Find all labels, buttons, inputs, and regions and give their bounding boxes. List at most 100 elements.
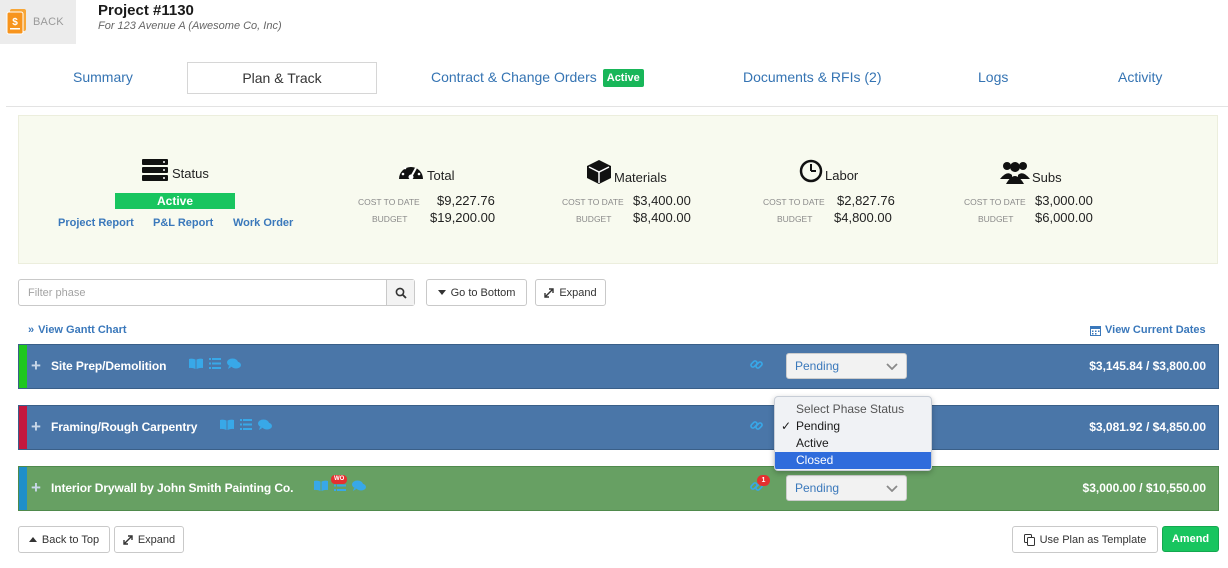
subs-budget-label: BUDGET [978,214,1014,224]
book-icon[interactable] [314,480,328,491]
tab-contract-change-orders[interactable]: Contract & Change Orders Active [431,62,644,94]
expand-button[interactable]: Expand [535,279,606,306]
phase-amount: $3,000.00 / $10,550.00 [1082,481,1206,495]
use-plan-label: Use Plan as Template [1039,533,1147,546]
phase-name[interactable]: Interior Drywall by John Smith Painting … [51,481,294,495]
expand-arrows-icon [544,287,555,298]
tab-plan-track[interactable]: Plan & Track [187,62,377,94]
tab-documents-rfis[interactable]: Documents & RFIs (2) [743,62,881,94]
users-icon [1000,162,1030,184]
phase-status-value: Pending [795,359,840,373]
double-chevron-right-icon: » [28,324,35,336]
server-icon [142,159,168,181]
status-header: Status [142,159,209,181]
search-icon [395,287,407,299]
phase-amount: $3,145.84 / $3,800.00 [1089,359,1206,373]
cube-icon [587,160,611,184]
expand-bottom-label: Expand [137,533,176,546]
book-icon[interactable] [189,358,203,369]
tab-active-badge: Active [602,69,644,87]
expand-button-bottom[interactable]: Expand [114,526,184,553]
phase-status-value: Pending [795,481,840,495]
back-to-top-label: Back to Top [41,533,100,546]
dollar-document-icon: $ [6,9,26,35]
svg-text:$: $ [12,17,18,28]
phase-action-icons [220,419,272,430]
list-icon[interactable] [209,358,221,369]
status-badge: Active [115,193,235,209]
labor-cost-to-date-label: COST TO DATE [763,197,825,207]
use-plan-as-template-button[interactable]: Use Plan as Template [1012,526,1158,553]
total-cost-to-date-value: $9,227.76 [437,193,495,208]
phase-row[interactable]: + Site Prep/Demolition Pending $3,145.84… [18,344,1219,389]
book-icon[interactable] [220,419,234,430]
tab-logs[interactable]: Logs [978,62,1008,94]
tab-contract-label: Contract & Change Orders [431,69,597,85]
back-button[interactable]: $ BACK [0,0,76,44]
total-budget-value: $19,200.00 [430,210,496,225]
phase-color-bar [19,406,27,449]
comments-icon[interactable] [227,358,241,369]
subs-cost-to-date-value: $3,000.00 [1035,193,1093,208]
tab-activity[interactable]: Activity [1118,62,1162,94]
view-gantt-chart-link[interactable]: » View Gantt Chart [28,324,127,336]
phase-status-select[interactable]: Pending [786,475,907,501]
total-cost-to-date-label: COST TO DATE [358,197,420,207]
dropdown-option-pending[interactable]: ✓ Pending [775,418,931,435]
labor-budget-value: $4,800.00 [834,210,892,225]
subs-header: Subs [1000,159,1062,185]
chevron-down-icon [886,363,898,370]
phase-row[interactable]: + Framing/Rough Carpentry $3,081.92 / $4… [18,405,1219,450]
search-button[interactable] [386,280,414,305]
option-label: Pending [796,419,841,433]
phase-status-select[interactable]: Pending [786,353,907,379]
status-label: Status [172,166,209,181]
project-subtitle: For 123 Avenue A (Awesome Co, Inc) [98,20,282,32]
filter-phase-field [18,279,415,306]
phase-name[interactable]: Framing/Rough Carpentry [51,420,197,434]
subs-label: Subs [1032,170,1062,185]
materials-label: Materials [614,170,667,185]
materials-budget-label: BUDGET [576,214,612,224]
labor-cost-to-date-value: $2,827.76 [837,193,895,208]
comments-icon[interactable] [258,419,272,430]
tab-divider [6,106,1228,107]
view-current-dates-link[interactable]: View Current Dates [1090,324,1206,336]
dropdown-option-closed[interactable]: Closed [775,452,931,469]
amend-button[interactable]: Amend [1162,526,1219,552]
project-report-link[interactable]: Project Report [58,217,134,229]
go-to-bottom-label: Go to Bottom [450,286,516,299]
work-order-link[interactable]: Work Order [233,217,293,229]
work-order-badge: WO [331,475,348,484]
calendar-icon [1090,325,1101,336]
link-icon[interactable] [750,419,763,432]
phase-color-bar [19,345,27,388]
dropdown-option-active[interactable]: Active [775,435,931,452]
go-to-bottom-button[interactable]: Go to Bottom [426,279,527,306]
chevron-down-icon [886,485,898,492]
link-icon[interactable] [750,358,763,371]
total-budget-label: BUDGET [372,214,408,224]
labor-label: Labor [825,168,859,183]
comments-icon[interactable] [352,480,366,491]
dashboard-icon [399,163,423,180]
materials-cost-to-date-value: $3,400.00 [633,193,691,208]
tab-bar: Summary Plan & Track Contract & Change O… [0,56,1228,100]
phase-name[interactable]: Site Prep/Demolition [51,359,166,373]
back-to-top-button[interactable]: Back to Top [18,526,110,553]
phase-row[interactable]: + Interior Drywall by John Smith Paintin… [18,466,1219,511]
view-current-dates-label: View Current Dates [1105,324,1206,336]
list-icon[interactable] [240,419,252,430]
copy-icon [1023,533,1035,546]
expand-phase-plus-icon[interactable]: + [31,418,41,435]
expand-phase-plus-icon[interactable]: + [31,479,41,496]
materials-header: Materials [586,159,667,185]
tab-summary[interactable]: Summary [73,62,133,94]
expand-phase-plus-icon[interactable]: + [31,357,41,374]
pl-report-link[interactable]: P&L Report [153,217,213,229]
phase-amount: $3,081.92 / $4,850.00 [1089,420,1206,434]
project-title: Project #1130 [98,2,194,19]
materials-budget-value: $8,400.00 [633,210,691,225]
subs-cost-to-date-label: COST TO DATE [964,197,1026,207]
filter-phase-input[interactable] [19,280,387,305]
